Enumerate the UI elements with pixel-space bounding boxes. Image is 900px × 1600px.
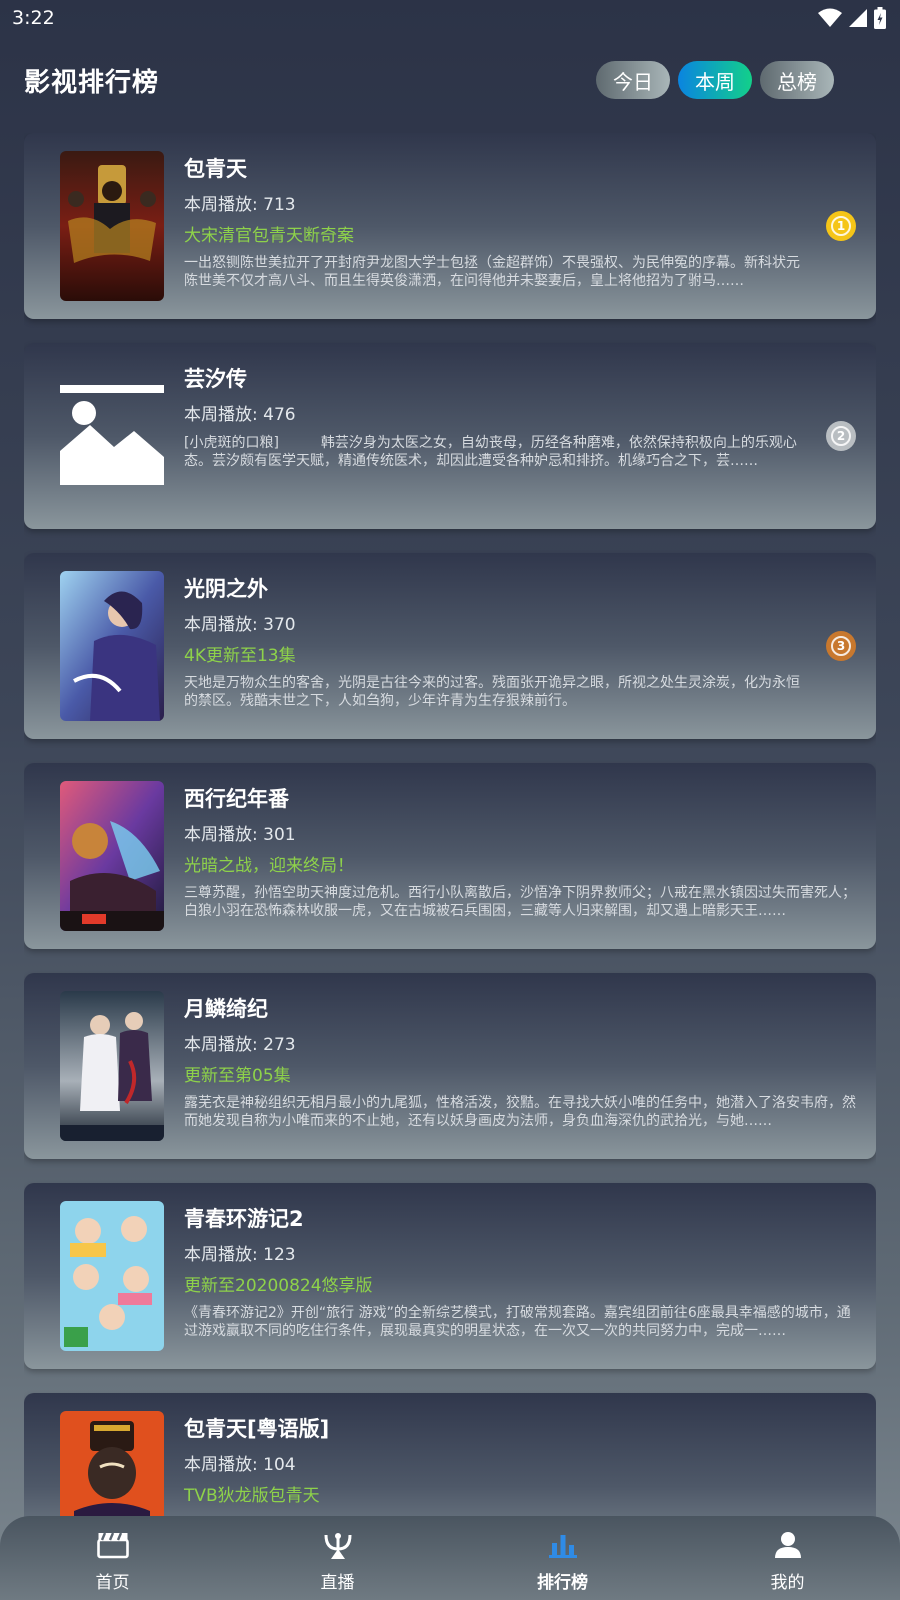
poster-image (60, 151, 164, 301)
tab-today[interactable]: 今日 (596, 61, 670, 99)
poster-image (60, 1411, 164, 1517)
show-title: 青春环游记2 (184, 1207, 304, 1231)
page-header: 影视排行榜 今日 本周 总榜 (0, 52, 900, 108)
ranking-card[interactable]: 芸汐传 本周播放: 476 [小虎斑的口粮] 韩芸汐身为太医之女，自幼丧母，历经… (24, 343, 876, 529)
ranking-list: 包青天 本周播放: 713 大宋清官包青天断奇案 一出怒铡陈世美拉开了开封府尹龙… (24, 133, 876, 1517)
nav-profile[interactable]: 我的 (675, 1516, 900, 1600)
show-title: 月鳞绮纪 (184, 997, 268, 1021)
ranking-card[interactable]: 月鳞绮纪 本周播放: 273 更新至第05集 露芜衣是神秘组织无相月最小的九尾狐… (24, 973, 876, 1159)
rank-badge-silver: 2 (826, 421, 856, 451)
ranking-card[interactable]: 光阴之外 本周播放: 370 4K更新至13集 天地是万物众生的客舍，光阴是古往… (24, 553, 876, 739)
tab-all-time[interactable]: 总榜 (760, 61, 834, 99)
show-tagline: 大宋清官包青天断奇案 (184, 226, 354, 246)
nav-live[interactable]: 直播 (225, 1516, 450, 1600)
show-tagline: 光暗之战，迎来终局！ (184, 856, 354, 876)
image-placeholder-icon (60, 361, 164, 511)
rank-badge-bronze: 3 (826, 631, 856, 661)
nav-ranking[interactable]: 排行榜 (450, 1516, 675, 1600)
signal-icon (849, 9, 867, 27)
show-description: 一出怒铡陈世美拉开了开封府尹龙图大学士包拯（金超群饰）不畏强权、为民伸冤的序幕。… (184, 255, 800, 289)
weekly-plays: 本周播放: 104 (184, 1455, 296, 1475)
battery-icon (874, 7, 886, 29)
ranking-card[interactable]: 包青天 本周播放: 713 大宋清官包青天断奇案 一出怒铡陈世美拉开了开封府尹龙… (24, 133, 876, 319)
card-info: 西行纪年番 本周播放: 301 光暗之战，迎来终局！ 三尊苏醒，孙悟空助天神度过… (184, 783, 856, 920)
ranking-card[interactable]: 西行纪年番 本周播放: 301 光暗之战，迎来终局！ 三尊苏醒，孙悟空助天神度过… (24, 763, 876, 949)
show-tagline: 更新至第05集 (184, 1066, 291, 1086)
bar-chart-icon (546, 1528, 580, 1562)
weekly-plays: 本周播放: 123 (184, 1245, 296, 1265)
status-bar: 3:22 (0, 0, 900, 36)
show-description: [小虎斑的口粮] 韩芸汐身为太医之女，自幼丧母，历经各种磨难，依然保持积极向上的… (184, 435, 797, 469)
nav-label: 直播 (320, 1573, 355, 1593)
bottom-nav: 首页 直播 排行榜 我的 (0, 1516, 900, 1600)
nav-label: 我的 (770, 1573, 805, 1593)
show-title: 包青天 (184, 157, 247, 181)
show-tagline: 更新至20200824悠享版 (184, 1276, 373, 1296)
weekly-plays: 本周播放: 476 (184, 405, 296, 425)
weekly-plays: 本周播放: 301 (184, 825, 296, 845)
nav-label: 首页 (95, 1573, 130, 1593)
weekly-plays: 本周播放: 713 (184, 195, 296, 215)
poster-image (60, 991, 164, 1141)
card-info: 月鳞绮纪 本周播放: 273 更新至第05集 露芜衣是神秘组织无相月最小的九尾狐… (184, 993, 856, 1130)
weekly-plays: 本周播放: 370 (184, 615, 296, 635)
card-info: 包青天 本周播放: 713 大宋清官包青天断奇案 一出怒铡陈世美拉开了开封府尹龙… (184, 153, 804, 290)
person-icon (771, 1528, 805, 1562)
show-description: 三尊苏醒，孙悟空助天神度过危机。西行小队离散后，沙悟净下阴界救师父；八戒在黑水镇… (184, 885, 856, 919)
show-description: 露芜衣是神秘组织无相月最小的九尾狐，性格活泼，狡黠。在寻找大妖小唯的任务中，她潜… (184, 1095, 856, 1129)
status-icons (818, 7, 886, 29)
clapperboard-icon (96, 1528, 130, 1562)
poster-image (60, 781, 164, 931)
ranking-card[interactable]: 青春环游记2 本周播放: 123 更新至20200824悠享版 《青春环游记2》… (24, 1183, 876, 1369)
page-title: 影视排行榜 (24, 67, 160, 98)
show-description: 《青春环游记2》开创“旅行 游戏”的全新综艺模式，打破常规套路。嘉宾组团前往6座… (184, 1305, 851, 1339)
card-info: 芸汐传 本周播放: 476 [小虎斑的口粮] 韩芸汐身为太医之女，自幼丧母，历经… (184, 363, 804, 470)
nav-label: 排行榜 (537, 1573, 588, 1593)
show-title: 芸汐传 (184, 367, 247, 391)
ranking-card[interactable]: 包青天[粤语版] 本周播放: 104 TVB狄龙版包青天 (24, 1393, 876, 1517)
show-title: 西行纪年番 (184, 787, 289, 811)
poster-image (60, 571, 164, 721)
show-tagline: TVB狄龙版包青天 (184, 1486, 320, 1506)
card-info: 包青天[粤语版] 本周播放: 104 TVB狄龙版包青天 (184, 1413, 856, 1508)
wifi-icon (818, 8, 842, 27)
status-time: 3:22 (12, 7, 55, 29)
show-tagline: 4K更新至13集 (184, 646, 296, 666)
card-info: 青春环游记2 本周播放: 123 更新至20200824悠享版 《青春环游记2》… (184, 1203, 856, 1340)
show-title: 光阴之外 (184, 577, 268, 601)
tab-this-week[interactable]: 本周 (678, 61, 752, 99)
card-info: 光阴之外 本周播放: 370 4K更新至13集 天地是万物众生的客舍，光阴是古往… (184, 573, 804, 710)
rank-badge-gold: 1 (826, 211, 856, 241)
satellite-dish-icon (321, 1528, 355, 1562)
poster-image (60, 1201, 164, 1351)
ranking-tabs: 今日 本周 总榜 (596, 61, 834, 99)
show-title: 包青天[粤语版] (184, 1417, 330, 1441)
weekly-plays: 本周播放: 273 (184, 1035, 296, 1055)
show-description: 天地是万物众生的客舍，光阴是古往今来的过客。残面张开诡异之眼，所视之处生灵涂炭，… (184, 675, 800, 709)
nav-home[interactable]: 首页 (0, 1516, 225, 1600)
